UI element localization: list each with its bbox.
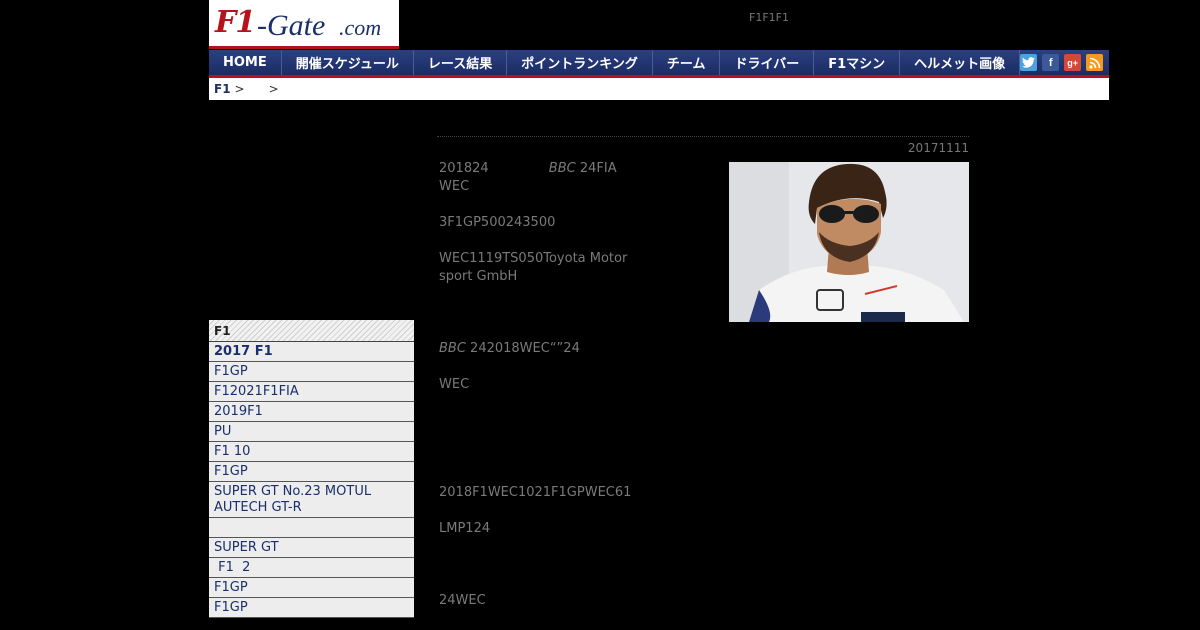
sidebar-link[interactable]: F1GP [209,578,414,598]
sidebar-link[interactable]: SUPER GT No.23 MOTUL AUTECH GT-R [209,482,414,518]
rss-icon[interactable] [1086,54,1104,71]
article-divider [437,136,969,137]
header-tagline: F1F1F1 [749,11,789,24]
article-text: 242018WEC“”24 [465,341,580,356]
sidebar-link[interactable]: SUPER GT [209,538,414,558]
sidebar-link[interactable]: F12021F1FIA [209,382,414,402]
nav-teams[interactable]: チーム [653,50,721,75]
nav-drivers[interactable]: ドライバー [720,50,815,75]
article-date: 20171111 [907,141,969,155]
article-paragraph: BBC 242018WEC“”24 [439,340,739,358]
breadcrumb: F1 > > [209,78,1109,100]
nav-f1-machines[interactable]: F1マシン [814,50,901,75]
article-paragraph: 201824 BBC 24FIA WEC [439,160,639,196]
breadcrumb-home[interactable]: F1 [214,82,231,96]
logo-dotcom-text: .com [339,15,382,40]
sidebar-article-list: F1 2017 F1 F1GP F12021F1FIA 2019F1 PU F1… [209,320,414,618]
article-paragraph: LMP124 [439,521,491,536]
page-wrapper: F1 -Gate .com F1F1F1 HOME 開催スケジュール レース結果… [209,0,1109,630]
driver-photo [729,162,969,322]
article-body: 20171111 201824 BBC 24FIA WEC 3F1GP50024… [437,136,969,630]
nav-schedule[interactable]: 開催スケジュール [282,50,414,75]
article-paragraph: 24WEC [439,593,486,608]
facebook-icon[interactable]: f [1042,54,1060,71]
sidebar-link[interactable]: 2019F1 [209,402,414,422]
social-links: f g+ [1020,50,1109,75]
sidebar-link[interactable]: PU [209,422,414,442]
sidebar-link[interactable]: 2017 F1 [209,342,414,362]
nav-point-ranking[interactable]: ポイントランキング [507,50,653,75]
article-paragraph: 3F1GP500243500 [439,215,556,230]
logo-underline [209,46,399,49]
nav-race-results[interactable]: レース結果 [414,50,508,75]
twitter-icon[interactable] [1020,54,1038,71]
nav-helmet-images[interactable]: ヘルメット画像 [900,50,1021,75]
sidebar-link[interactable]: F1 10 [209,442,414,462]
article-paragraph: 2018F1WEC1021F1GPWEC61 [439,485,632,500]
sidebar-link[interactable]: F1GP [209,598,414,618]
article-text: 201824 [439,161,489,176]
sidebar-heading: F1 [209,320,414,342]
logo-gate-text: -Gate [257,9,326,42]
article-paragraph: WEC [439,377,470,392]
site-logo[interactable]: F1 -Gate .com [209,0,399,49]
sidebar-link[interactable]: F1GP [209,362,414,382]
logo-f1-text: F1 [215,5,256,40]
sidebar-link[interactable]: F1GP [209,462,414,482]
google-plus-icon[interactable]: g+ [1064,54,1082,71]
breadcrumb-separator: > [268,82,279,96]
sidebar-link[interactable] [209,518,414,538]
main-nav: HOME 開催スケジュール レース結果 ポイントランキング チーム ドライバー … [209,50,1109,78]
article-paragraph: WEC1119TS050Toyota Motorsport GmbH [439,251,628,284]
article-text-italic: BBC [548,161,576,176]
sidebar-link[interactable]: F1 2 [209,558,414,578]
nav-home[interactable]: HOME [209,50,282,75]
breadcrumb-separator: > [234,82,245,96]
article-text-italic: BBC [439,341,466,356]
